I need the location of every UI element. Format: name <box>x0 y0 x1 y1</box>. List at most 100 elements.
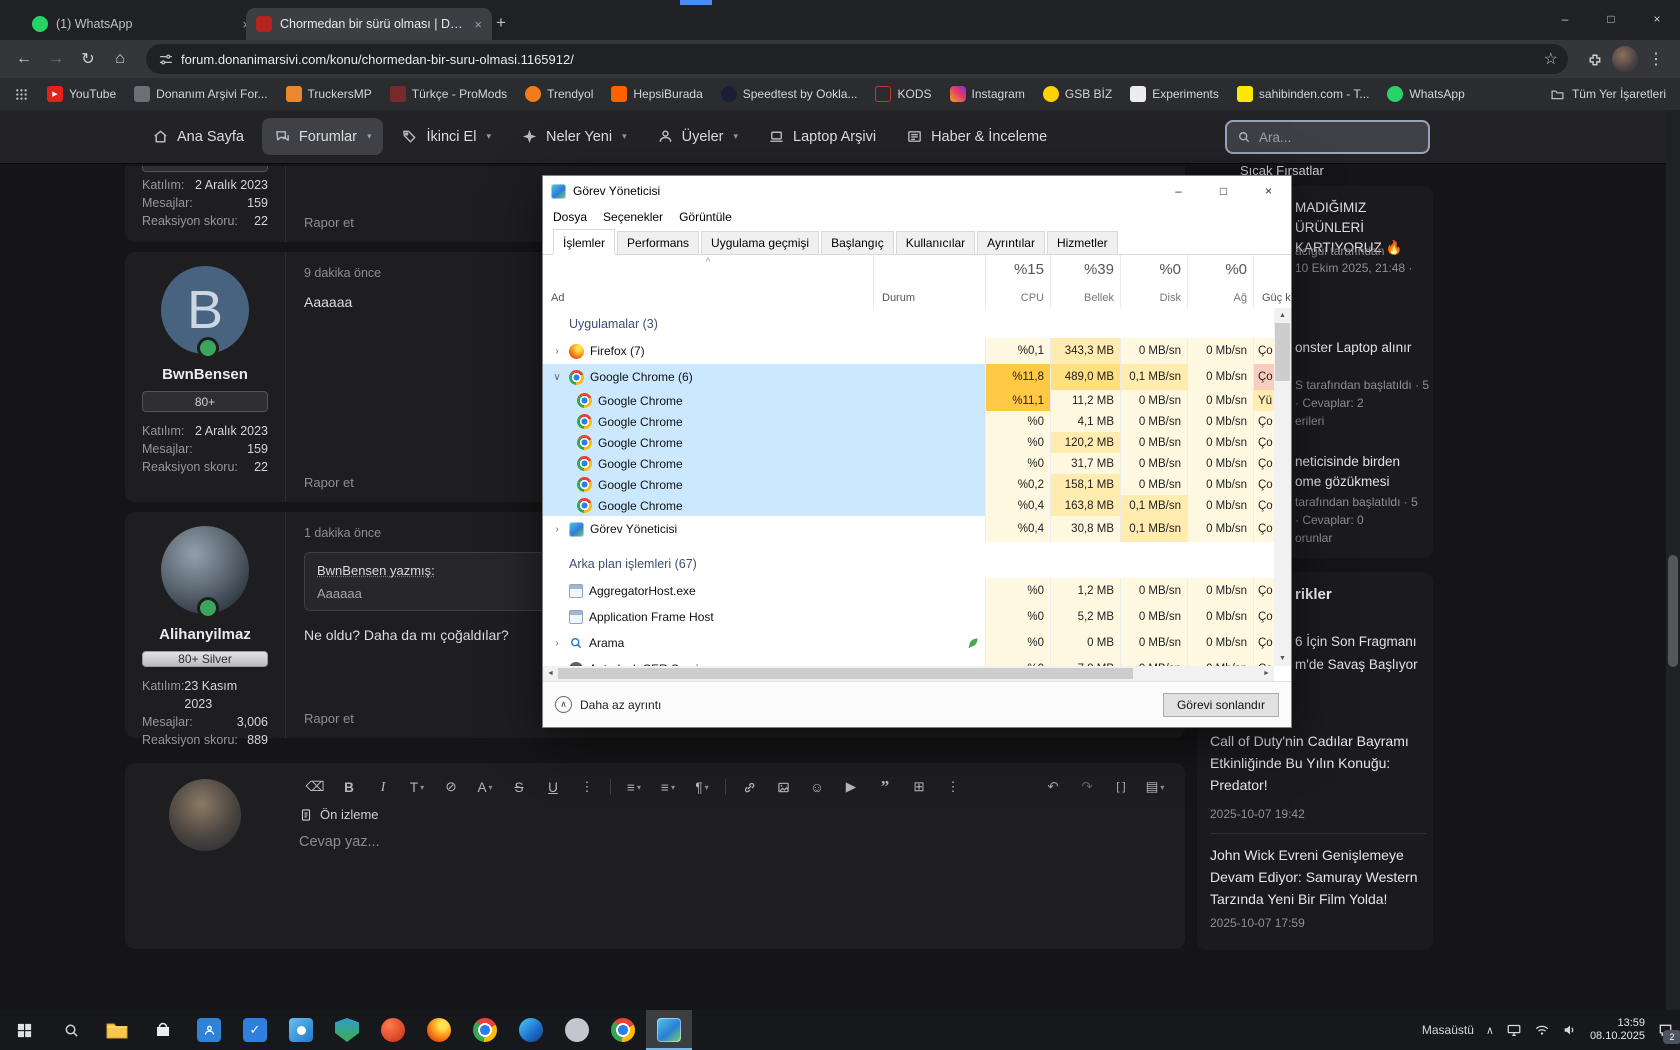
report-link[interactable]: Rapor et <box>304 711 354 726</box>
column-memory[interactable]: %39Bellek <box>1050 255 1120 309</box>
process-row[interactable]: ›Görev Yöneticisi %0,4 30,8 MB 0,1 MB/sn… <box>543 516 1274 542</box>
bookmark-sahibinden[interactable]: sahibinden.com - T... <box>1237 86 1370 102</box>
start-button[interactable] <box>0 1010 48 1050</box>
expander-icon[interactable]: › <box>551 638 563 649</box>
scroll-right-icon[interactable]: ► <box>1259 666 1274 681</box>
taskbar-people[interactable] <box>186 1010 232 1050</box>
tab-forum[interactable]: Chormedan bir sürü olması | Do... × <box>246 8 492 40</box>
avatar[interactable] <box>169 779 241 851</box>
process-row-child[interactable]: Google Chrome %0,2 158,1 MB 0 MB/sn 0 Mb… <box>543 474 1274 495</box>
username[interactable]: BwnBensen <box>162 366 248 383</box>
scrollbar-thumb[interactable] <box>1668 555 1678 667</box>
column-disk[interactable]: %0Disk <box>1120 255 1187 309</box>
expander-icon[interactable]: › <box>551 524 563 535</box>
italic-icon[interactable]: I <box>367 775 399 799</box>
process-row-child[interactable]: Google Chrome %0 120,2 MB 0 MB/sn 0 Mb/s… <box>543 432 1274 453</box>
taskbar-search-button[interactable] <box>48 1010 94 1050</box>
column-name[interactable]: ^ Ad <box>543 255 873 309</box>
vertical-scrollbar[interactable]: ▲ ▼ <box>1274 308 1291 666</box>
menu-dosya[interactable]: Dosya <box>545 210 595 224</box>
extensions-puzzle-icon[interactable] <box>1580 45 1608 73</box>
end-task-button[interactable]: Görevi sonlandır <box>1163 693 1279 717</box>
process-row-child[interactable]: Google Chrome %0 4,1 MB 0 MB/sn 0 Mb/sn … <box>543 411 1274 432</box>
nav-ikinci-el[interactable]: İkinci El ▾ <box>389 118 503 155</box>
forward-icon[interactable]: → <box>42 45 70 73</box>
bookmark-experiments[interactable]: Experiments <box>1130 86 1219 102</box>
close-button[interactable]: × <box>1246 176 1291 206</box>
bookmark-donanim-arsivi[interactable]: Donanım Arşivi For... <box>134 86 267 102</box>
circle-slash-icon[interactable]: ⊘ <box>435 775 467 799</box>
taskbar-firefox[interactable] <box>416 1010 462 1050</box>
tab-close-icon[interactable]: × <box>474 17 482 32</box>
bookmark-star-icon[interactable]: ☆ <box>1544 49 1558 69</box>
sidebar-item-title[interactable]: ome gözükmesi <box>1295 472 1390 492</box>
taskbar-defender[interactable] <box>324 1010 370 1050</box>
column-network[interactable]: %0Ağ <box>1187 255 1253 309</box>
taskbar-store[interactable] <box>140 1010 186 1050</box>
browser-menu-icon[interactable]: ⋮ <box>1642 45 1670 73</box>
process-row-child[interactable]: Google Chrome %11,1 11,2 MB 0 MB/sn 0 Mb… <box>543 390 1274 411</box>
column-cpu[interactable]: %15CPU <box>985 255 1050 309</box>
action-center-button[interactable]: 2 <box>1657 1022 1674 1039</box>
quote-icon[interactable]: ” <box>869 775 901 799</box>
layout-icon[interactable]: ▤▾ <box>1139 775 1171 799</box>
process-row-selected[interactable]: ∨Google Chrome (6) %11,8 489,0 MB 0,1 MB… <box>543 364 1274 390</box>
bookmark-instagram[interactable]: Instagram <box>950 86 1025 102</box>
more-inline-icon[interactable]: ⋮ <box>571 775 603 799</box>
hidden-icons-chevron[interactable]: ∧ <box>1486 1024 1494 1037</box>
window-maximize-button[interactable]: □ <box>1588 0 1634 38</box>
bookmark-hepsiburada[interactable]: HepsiBurada <box>611 86 702 102</box>
scrollbar-thumb[interactable] <box>558 668 1133 679</box>
taskbar-photos[interactable] <box>278 1010 324 1050</box>
page-scrollbar[interactable] <box>1666 110 1680 1010</box>
minimize-button[interactable]: – <box>1156 176 1201 206</box>
home-icon[interactable]: ⌂ <box>106 45 134 73</box>
bookmark-youtube[interactable]: ▶YouTube <box>47 86 116 102</box>
redo-icon[interactable]: ↷ <box>1071 775 1103 799</box>
nav-neler-yeni[interactable]: Neler Yeni ▾ <box>509 118 639 155</box>
scrollbar-thumb[interactable] <box>1275 323 1290 381</box>
back-icon[interactable]: ← <box>10 45 38 73</box>
image-icon[interactable] <box>767 775 799 799</box>
reply-input[interactable]: Cevap yaz... <box>299 834 1171 850</box>
quote-author[interactable]: BwnBensen yazmış: <box>317 563 435 578</box>
sidebar-item-title[interactable]: onster Laptop alınır <box>1295 338 1433 358</box>
report-link[interactable]: Rapor et <box>304 475 354 490</box>
news-item-title[interactable]: Call of Duty'nin Cadılar Bayramı Etkinli… <box>1210 730 1426 796</box>
bookmark-trendyol[interactable]: Trendyol <box>525 86 593 102</box>
bookmark-speedtest[interactable]: Speedtest by Ookla... <box>721 86 858 102</box>
collapse-icon[interactable]: ∨ <box>551 372 563 383</box>
taskbar-chrome-2[interactable] <box>600 1010 646 1050</box>
sidebar-teaser[interactable]: m'de Savaş Başlıyor <box>1295 655 1418 675</box>
process-row[interactable]: AggregatorHost.exe %0 1,2 MB 0 MB/sn 0 M… <box>543 578 1274 604</box>
window-close-button[interactable]: × <box>1634 0 1680 38</box>
media-icon[interactable]: ▶ <box>835 775 867 799</box>
tab-baslangic[interactable]: Başlangıç <box>821 231 894 255</box>
maximize-button[interactable]: □ <box>1201 176 1246 206</box>
bookmark-truckersmp[interactable]: TruckersMP <box>286 86 372 102</box>
scroll-down-icon[interactable]: ▼ <box>1274 651 1291 666</box>
window-minimize-button[interactable]: – <box>1542 0 1588 38</box>
report-link[interactable]: Rapor et <box>304 215 354 230</box>
code-icon[interactable]: [ ] <box>1105 775 1137 799</box>
taskbar-task-manager[interactable] <box>646 1010 692 1050</box>
paragraph-icon[interactable]: ¶▾ <box>686 775 718 799</box>
reload-icon[interactable]: ↻ <box>74 45 102 73</box>
align-icon[interactable]: ≡▾ <box>652 775 684 799</box>
menu-secenekler[interactable]: Seçenekler <box>595 210 671 224</box>
undo-icon[interactable]: ↶ <box>1037 775 1069 799</box>
bookmark-kods[interactable]: KODS <box>875 86 931 102</box>
desktop-toolbar-label[interactable]: Masaüstü <box>1422 1023 1474 1037</box>
news-item-title[interactable]: John Wick Evreni Genişlemeye Devam Ediyo… <box>1210 844 1432 910</box>
bookmark-promods[interactable]: Türkçe - ProMods <box>390 86 507 102</box>
nav-ana-sayfa[interactable]: Ana Sayfa <box>140 118 256 155</box>
bookmark-gsb[interactable]: GSB BİZ <box>1043 86 1112 102</box>
column-power[interactable]: Güç k <box>1253 255 1291 309</box>
menu-goruntule[interactable]: Görüntüle <box>671 210 740 224</box>
text-color-icon[interactable]: A▾ <box>469 775 501 799</box>
tab-kullanicilar[interactable]: Kullanıcılar <box>896 231 975 255</box>
volume-icon[interactable] <box>1562 1022 1578 1038</box>
tab-whatsapp[interactable]: (1) WhatsApp × <box>22 8 260 40</box>
list-icon[interactable]: ≡▾ <box>618 775 650 799</box>
nav-uyeler[interactable]: Üyeler ▾ <box>645 118 750 155</box>
